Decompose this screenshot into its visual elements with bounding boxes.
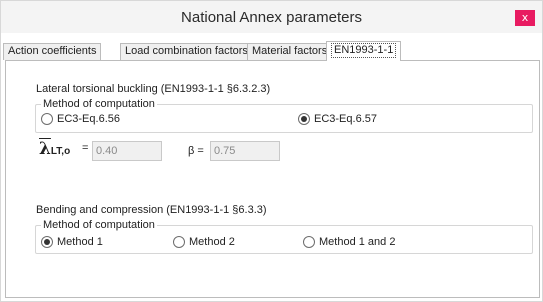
tab-strip: Action coefficients Load combination fac… bbox=[3, 41, 539, 61]
radio-circle bbox=[41, 113, 53, 125]
tab-en1993-1-1[interactable]: EN1993-1-1 bbox=[326, 41, 402, 61]
tab-material-factors[interactable]: Material factors bbox=[247, 43, 333, 60]
lambda-subscript: LT,o bbox=[50, 146, 71, 157]
bending-method-group: Method of computation Method 1 Method 2 … bbox=[35, 219, 533, 254]
dialog-title: National Annex parameters bbox=[181, 9, 362, 26]
beta-label: β = bbox=[188, 145, 204, 157]
lambda-lt0-field[interactable]: 0.40 bbox=[92, 141, 162, 161]
lambda-equals: = bbox=[82, 142, 89, 154]
tab-load-combination-factors[interactable]: Load combination factors bbox=[120, 43, 253, 60]
radio-ec3-eq-6-56[interactable]: EC3-Eq.6.56 bbox=[41, 111, 120, 127]
bending-heading: Bending and compression (EN1993-1-1 §6.3… bbox=[36, 204, 267, 216]
ltb-method-legend: Method of computation bbox=[41, 98, 157, 110]
radio-label: EC3-Eq.6.56 bbox=[57, 113, 120, 125]
radio-method-1[interactable]: Method 1 bbox=[41, 234, 103, 250]
beta-field[interactable]: 0.75 bbox=[210, 141, 280, 161]
lambda-symbol: λ bbox=[39, 139, 51, 159]
lambda-lt0-label: λLT,o bbox=[39, 139, 70, 159]
radio-circle bbox=[303, 236, 315, 248]
radio-circle bbox=[173, 236, 185, 248]
tab-panel-en1993-1-1: Lateral torsional buckling (EN1993-1-1 §… bbox=[5, 60, 540, 298]
radio-circle-selected bbox=[41, 236, 53, 248]
ltb-heading: Lateral torsional buckling (EN1993-1-1 §… bbox=[36, 83, 271, 95]
radio-label: Method 1 bbox=[57, 236, 103, 248]
radio-label: EC3-Eq.6.57 bbox=[314, 113, 377, 125]
radio-circle-selected bbox=[298, 113, 310, 125]
tab-label: EN1993-1-1 bbox=[331, 43, 397, 58]
dialog-window: National Annex parameters x Action coeff… bbox=[0, 0, 543, 302]
radio-label: Method 1 and 2 bbox=[319, 236, 396, 248]
radio-ec3-eq-6-57[interactable]: EC3-Eq.6.57 bbox=[298, 111, 377, 127]
ltb-method-group: Method of computation EC3-Eq.6.56 EC3-Eq… bbox=[35, 98, 533, 133]
close-icon: x bbox=[521, 11, 529, 24]
close-button[interactable]: x bbox=[515, 10, 535, 26]
tab-action-coefficients[interactable]: Action coefficients bbox=[3, 43, 102, 60]
bending-method-legend: Method of computation bbox=[41, 219, 157, 231]
title-bar[interactable]: National Annex parameters x bbox=[1, 1, 542, 33]
radio-method-1-and-2[interactable]: Method 1 and 2 bbox=[303, 234, 395, 250]
radio-label: Method 2 bbox=[189, 236, 235, 248]
radio-method-2[interactable]: Method 2 bbox=[173, 234, 235, 250]
